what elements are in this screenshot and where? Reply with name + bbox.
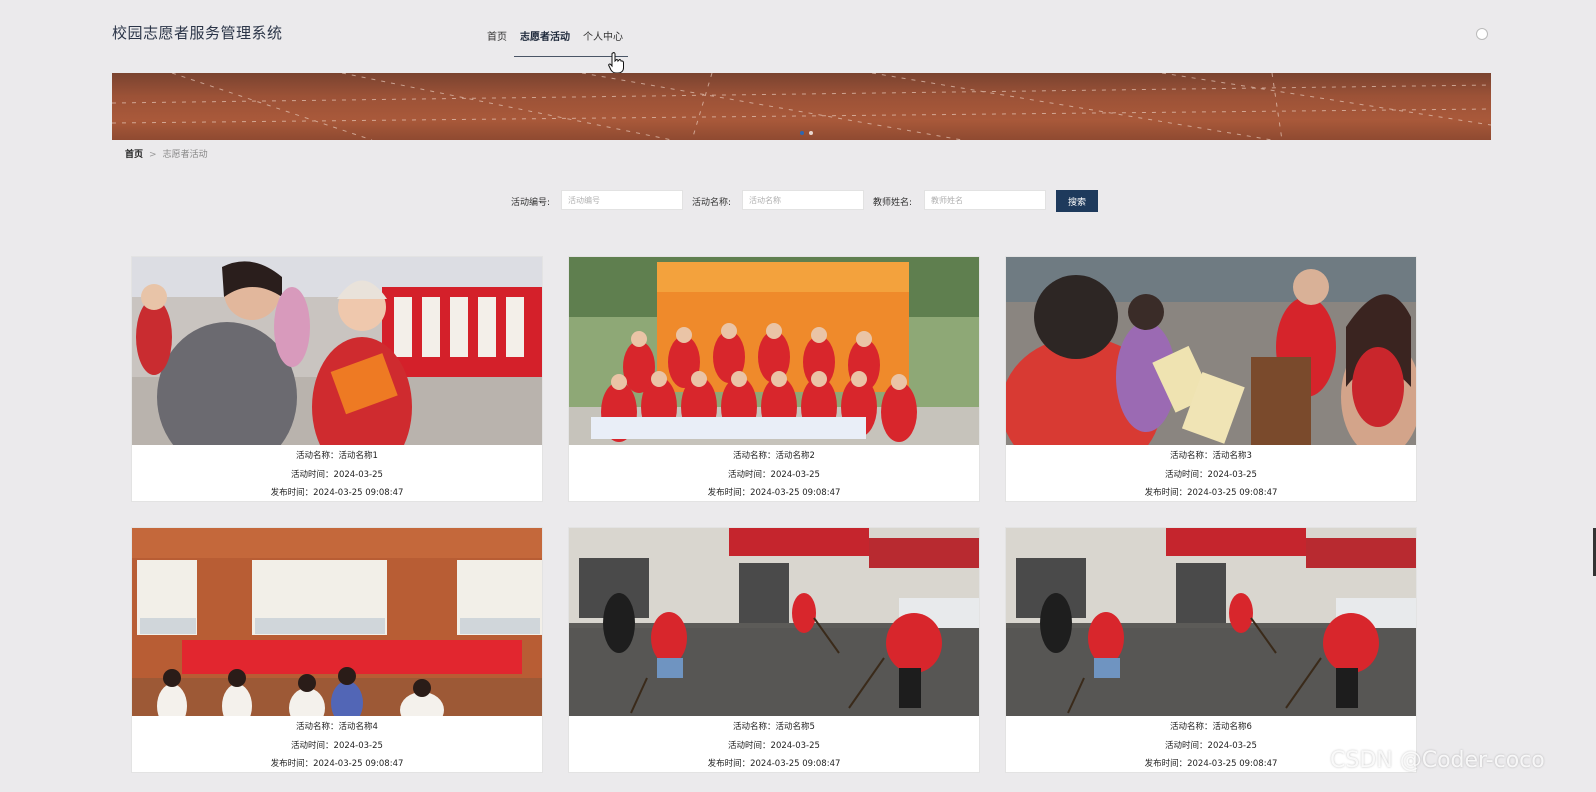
search-bar: 活动编号: 活动名称: 教师姓名: 搜索 — [0, 190, 1596, 212]
street-cleaning-photo[interactable] — [569, 528, 979, 716]
nav-home[interactable]: 首页 — [487, 28, 507, 43]
teacher-name-input[interactable] — [924, 190, 1046, 210]
search-button[interactable]: 搜索 — [1056, 190, 1098, 212]
publish-time: 发布时间：2024-03-25 09:08:47 — [270, 488, 404, 498]
site-title[interactable]: 校园志愿者服务管理系统 — [112, 22, 283, 43]
activity-date: 活动时间：2024-03-25 — [728, 740, 820, 751]
activity-info: 活动名称：活动名称1 活动时间：2024-03-25 发布时间：2024-03-… — [132, 447, 542, 503]
activity-info: 活动名称：活动名称4 活动时间：2024-03-25 发布时间：2024-03-… — [132, 718, 542, 774]
activity-name: 活动名称：活动名称6 — [1170, 722, 1252, 732]
publish-time: 发布时间：2024-03-25 09:08:47 — [270, 759, 404, 769]
watermark: CSDN @Coder-coco — [1330, 748, 1545, 773]
nav-volunteer-activities[interactable]: 志愿者活动 — [520, 28, 570, 43]
banner-carousel[interactable] — [112, 73, 1491, 140]
publish-time: 发布时间：2024-03-25 09:08:47 — [707, 488, 841, 498]
breadcrumb-current: 志愿者活动 — [162, 150, 208, 160]
street-cleaning-photo[interactable] — [1006, 528, 1416, 716]
activity-id-input[interactable] — [561, 190, 683, 210]
hand-cursor-icon — [608, 52, 624, 74]
publish-time: 发布时间：2024-03-25 09:08:47 — [707, 759, 841, 769]
volunteers-reading-photo[interactable] — [132, 257, 542, 445]
activity-card[interactable]: 活动名称：活动名称3 活动时间：2024-03-25 发布时间：2024-03-… — [1005, 256, 1417, 502]
carousel-dots — [800, 131, 813, 135]
activity-info: 活动名称：活动名称2 活动时间：2024-03-25 发布时间：2024-03-… — [569, 447, 979, 503]
activity-date: 活动时间：2024-03-25 — [291, 469, 383, 480]
activity-id-label: 活动编号: — [511, 198, 551, 208]
activity-card[interactable]: 活动名称：活动名称6 活动时间：2024-03-25 发布时间：2024-03-… — [1005, 527, 1417, 773]
breadcrumb-home[interactable]: 首页 — [125, 150, 143, 160]
teacher-name-label: 教师姓名: — [873, 198, 913, 208]
carousel-dot-2[interactable] — [809, 131, 813, 135]
school-event-photo[interactable] — [132, 528, 542, 716]
activity-card[interactable]: 活动名称：活动名称4 活动时间：2024-03-25 发布时间：2024-03-… — [131, 527, 543, 773]
activity-info: 活动名称：活动名称5 活动时间：2024-03-25 发布时间：2024-03-… — [569, 718, 979, 774]
volunteer-group-photo[interactable] — [569, 257, 979, 445]
activity-date: 活动时间：2024-03-25 — [291, 740, 383, 751]
activity-name-input[interactable] — [742, 190, 864, 210]
nav-personal-center[interactable]: 个人中心 — [583, 28, 623, 43]
carousel-dot-1[interactable] — [800, 131, 804, 135]
activity-name-label: 活动名称: — [692, 198, 732, 208]
activity-card[interactable]: 活动名称：活动名称1 活动时间：2024-03-25 发布时间：2024-03-… — [131, 256, 543, 502]
activity-date: 活动时间：2024-03-25 — [728, 469, 820, 480]
header: 校园志愿者服务管理系统 首页 志愿者活动 个人中心 — [0, 0, 1596, 74]
activity-name: 活动名称：活动名称5 — [733, 722, 815, 732]
track-lines-image — [112, 73, 1491, 140]
activity-name: 活动名称：活动名称3 — [1170, 451, 1252, 461]
activity-name: 活动名称：活动名称1 — [296, 451, 378, 461]
user-icon[interactable] — [1476, 28, 1488, 40]
activity-info: 活动名称：活动名称3 活动时间：2024-03-25 发布时间：2024-03-… — [1006, 447, 1416, 503]
breadcrumb: 首页 > 志愿者活动 — [125, 147, 208, 160]
breadcrumb-separator: > — [149, 150, 157, 160]
activity-card[interactable]: 活动名称：活动名称5 活动时间：2024-03-25 发布时间：2024-03-… — [568, 527, 980, 773]
activity-name: 活动名称：活动名称4 — [296, 722, 378, 732]
activity-name: 活动名称：活动名称2 — [733, 451, 815, 461]
activity-card[interactable]: 活动名称：活动名称2 活动时间：2024-03-25 发布时间：2024-03-… — [568, 256, 980, 502]
main-nav: 首页 志愿者活动 个人中心 — [487, 28, 636, 43]
publish-time: 发布时间：2024-03-25 09:08:47 — [1144, 488, 1278, 498]
activity-date: 活动时间：2024-03-25 — [1165, 469, 1257, 480]
volunteers-handing-leaflets-photo[interactable] — [1006, 257, 1416, 445]
